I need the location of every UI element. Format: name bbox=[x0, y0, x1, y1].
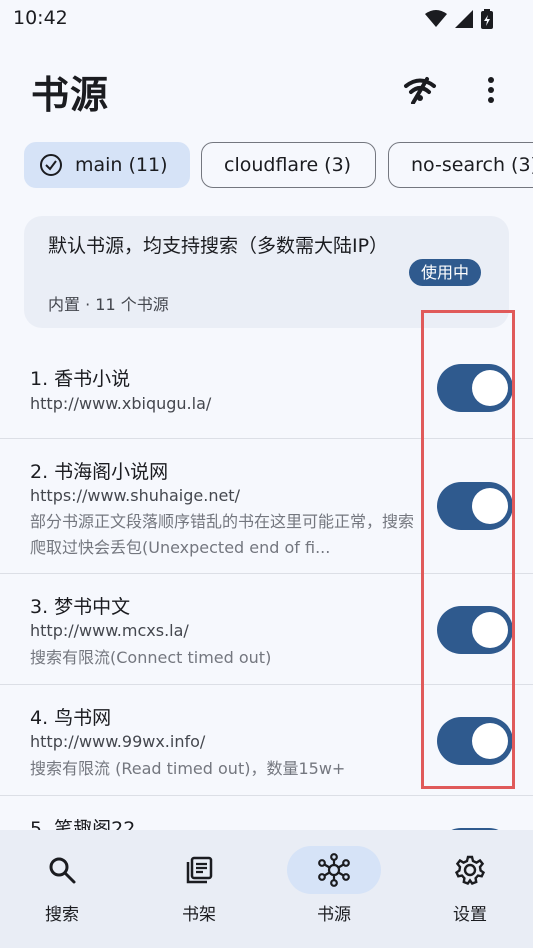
nav-label: 设置 bbox=[453, 905, 487, 925]
chip-cloudflare[interactable]: cloudflare (3) bbox=[201, 142, 376, 188]
source-name: 3. 梦书中文 bbox=[30, 596, 131, 618]
chip-label: no-search (3) bbox=[411, 154, 533, 176]
nav-pill bbox=[152, 846, 246, 894]
list-item[interactable]: 1. 香书小说 http://www.xbiqugu.la/ bbox=[0, 350, 533, 439]
wifi-off-icon bbox=[404, 77, 436, 104]
source-note: 部分书源正文段落顺序错乱的书在这里可能正常，搜索爬取过快会丢包(Unexpect… bbox=[30, 512, 415, 557]
check-circle-icon bbox=[39, 153, 63, 177]
chip-main[interactable]: main (11) bbox=[24, 142, 190, 188]
more-vert-icon bbox=[488, 77, 494, 103]
nav-item-sources[interactable]: 书源 bbox=[266, 830, 399, 948]
source-url: http://www.mcxs.la/ bbox=[30, 621, 189, 640]
source-url: http://www.xbiqugu.la/ bbox=[30, 394, 212, 413]
source-note: 搜索有限流 (Read timed out)，数量15w+ bbox=[30, 759, 346, 778]
nav-item-search[interactable]: 搜索 bbox=[0, 830, 127, 948]
nav-label: 书架 bbox=[182, 905, 216, 925]
nav-pill bbox=[15, 846, 109, 894]
nav-pill bbox=[423, 846, 517, 894]
battery-icon bbox=[481, 9, 493, 33]
source-toggle[interactable] bbox=[437, 717, 513, 765]
source-url: https://www.shuhaige.net/ bbox=[30, 486, 240, 505]
nav-label: 书源 bbox=[317, 905, 351, 925]
wifi-icon bbox=[425, 10, 447, 32]
source-url: http://www.99wx.info/ bbox=[30, 732, 206, 751]
filter-chips: main (11) cloudflare (3) no-search (3) bbox=[24, 142, 533, 190]
nav-item-bookshelf[interactable]: 书架 bbox=[131, 830, 264, 948]
nav-pill bbox=[287, 846, 381, 894]
signal-icon bbox=[455, 10, 473, 32]
source-toggle[interactable] bbox=[437, 482, 513, 530]
toggle-knob bbox=[472, 723, 508, 759]
chip-label: cloudflare (3) bbox=[224, 154, 352, 176]
source-toggle[interactable] bbox=[437, 606, 513, 654]
info-card-title: 默认书源，均支持搜索（多数需大陆IP） bbox=[48, 235, 389, 257]
info-card-subtitle: 内置 · 11 个书源 bbox=[48, 295, 169, 314]
list-item[interactable]: 2. 书海阁小说网 https://www.shuhaige.net/ 部分书源… bbox=[0, 439, 533, 574]
gear-icon bbox=[454, 855, 486, 885]
status-badge: 使用中 bbox=[409, 259, 482, 286]
source-name: 1. 香书小说 bbox=[30, 368, 131, 390]
source-note: 搜索有限流(Connect timed out) bbox=[30, 648, 272, 667]
chip-no-search[interactable]: no-search (3) bbox=[388, 142, 533, 188]
status-icons bbox=[425, 9, 493, 33]
list-item[interactable]: 4. 鸟书网 http://www.99wx.info/ 搜索有限流 (Read… bbox=[0, 685, 533, 796]
source-name: 4. 鸟书网 bbox=[30, 707, 112, 729]
toggle-knob bbox=[472, 370, 508, 406]
status-bar: 10:42 bbox=[0, 0, 533, 38]
chip-label: main (11) bbox=[75, 154, 168, 176]
more-options-button[interactable] bbox=[474, 70, 508, 110]
page-title: 书源 bbox=[31, 73, 110, 117]
list-item[interactable]: 3. 梦书中文 http://www.mcxs.la/ 搜索有限流(Connec… bbox=[0, 574, 533, 685]
bookshelf-icon bbox=[186, 856, 213, 884]
toggle-knob bbox=[472, 612, 508, 648]
network-check-button[interactable] bbox=[400, 70, 440, 110]
source-toggle[interactable] bbox=[437, 364, 513, 412]
bottom-nav: 搜索 书架 书源 设置 bbox=[0, 830, 533, 948]
toggle-knob bbox=[472, 488, 508, 524]
nav-label: 搜索 bbox=[45, 905, 79, 925]
hub-icon bbox=[318, 853, 350, 887]
source-group-info-card: 默认书源，均支持搜索（多数需大陆IP） 内置 · 11 个书源 使用中 bbox=[24, 216, 509, 328]
status-time: 10:42 bbox=[13, 7, 68, 29]
source-name: 2. 书海阁小说网 bbox=[30, 461, 169, 483]
search-icon bbox=[49, 857, 76, 884]
nav-item-settings[interactable]: 设置 bbox=[402, 830, 533, 948]
